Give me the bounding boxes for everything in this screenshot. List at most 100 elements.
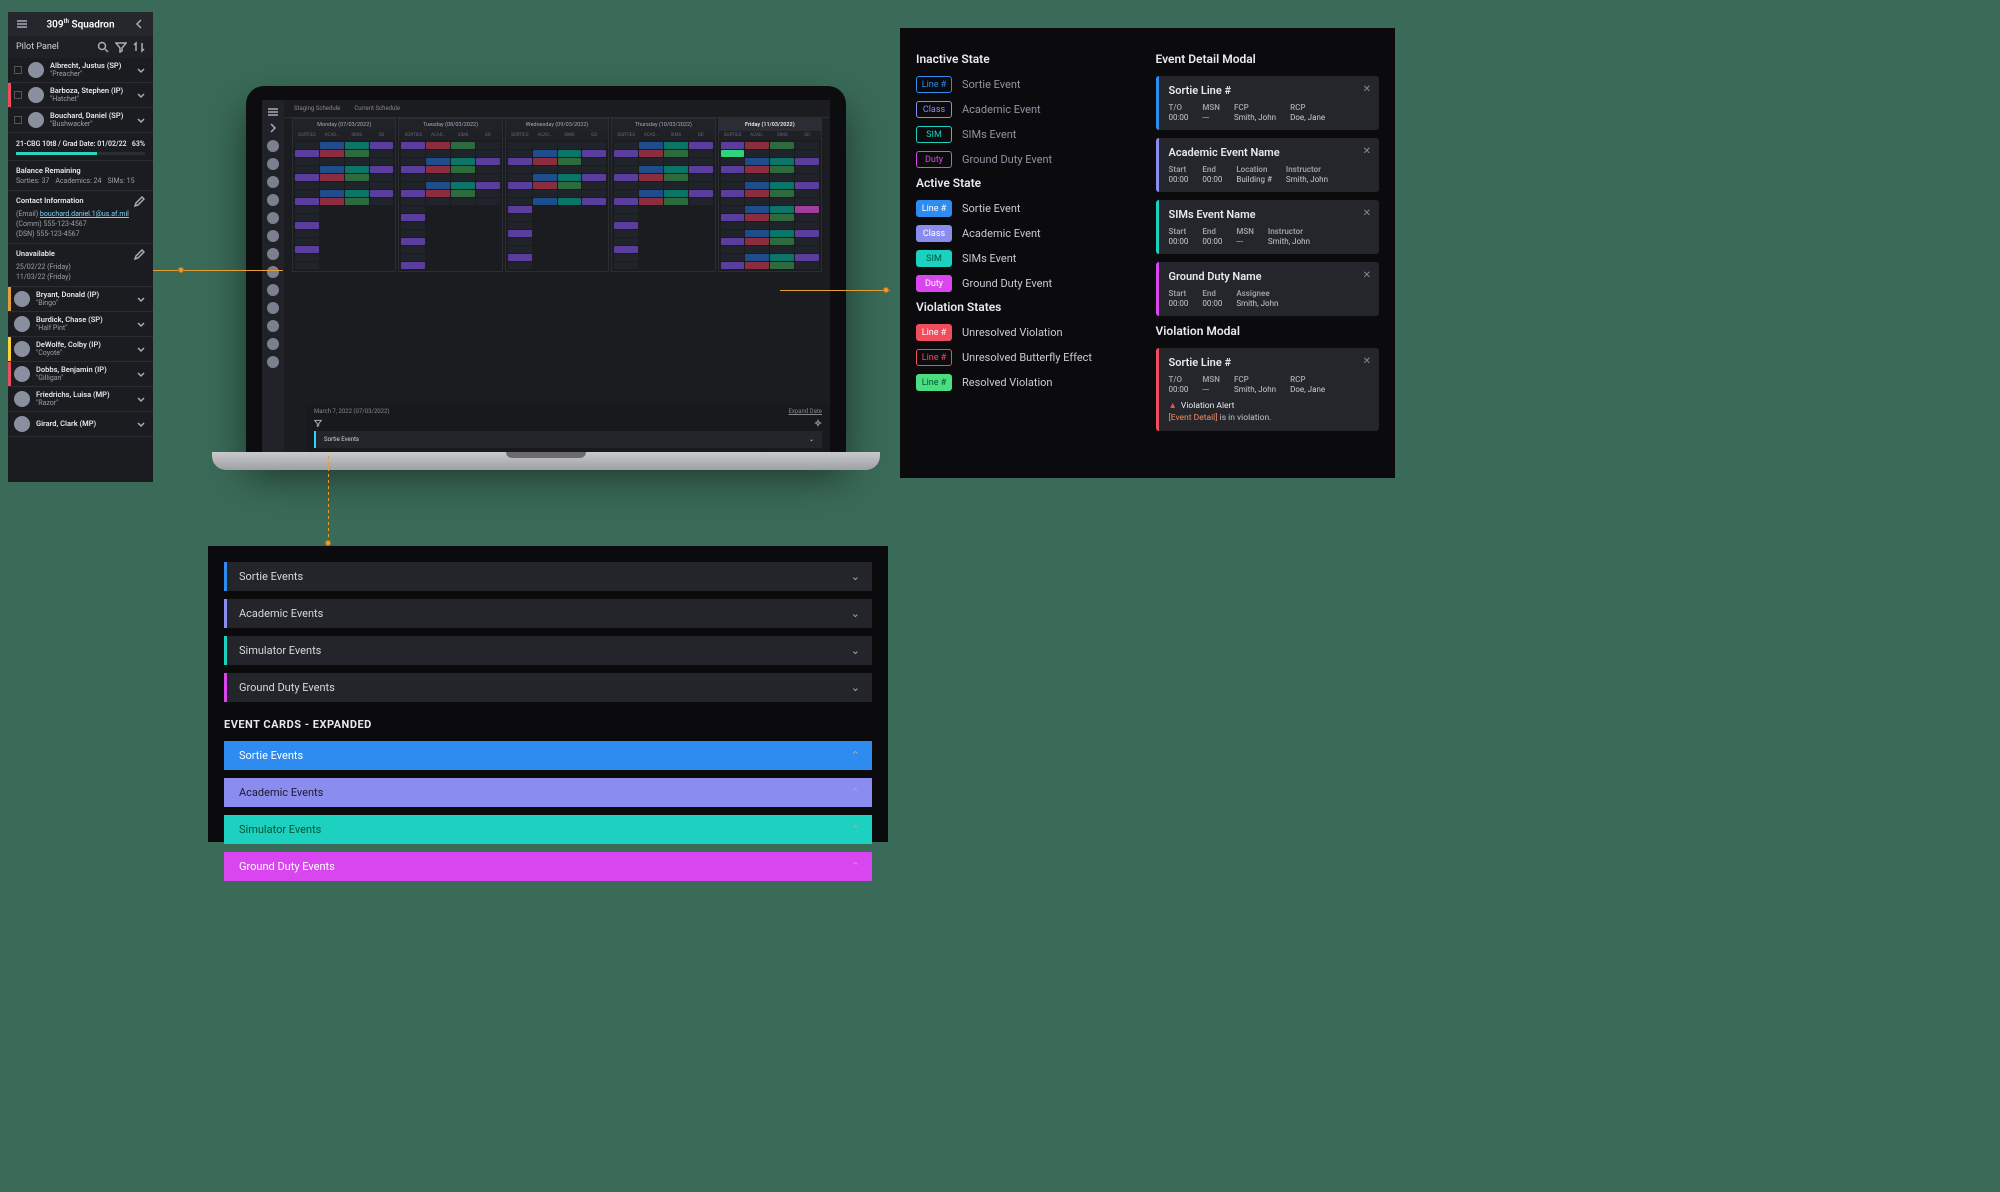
schedule-chip[interactable] <box>770 166 794 173</box>
accordion-row[interactable]: Ground Duty Events ⌃ <box>224 852 872 881</box>
schedule-chip[interactable] <box>770 198 794 205</box>
schedule-chip[interactable] <box>795 246 819 253</box>
schedule-chip[interactable] <box>614 254 638 261</box>
schedule-chip[interactable] <box>401 246 425 253</box>
schedule-chip[interactable] <box>745 238 769 245</box>
schedule-chip[interactable] <box>426 158 450 165</box>
schedule-chip[interactable] <box>401 254 425 261</box>
schedule-chip[interactable] <box>664 166 688 173</box>
schedule-chip[interactable] <box>770 190 794 197</box>
schedule-chip[interactable] <box>770 150 794 157</box>
hamburger-icon[interactable] <box>16 18 28 30</box>
schedule-chip[interactable] <box>614 142 638 149</box>
schedule-chip[interactable] <box>426 166 450 173</box>
avatar[interactable] <box>267 194 279 206</box>
schedule-chip[interactable] <box>451 150 475 157</box>
schedule-chip[interactable] <box>508 166 532 173</box>
schedule-chip[interactable] <box>533 174 557 181</box>
schedule-chip[interactable] <box>508 182 532 189</box>
schedule-chip[interactable] <box>508 158 532 165</box>
schedule-chip[interactable] <box>370 190 394 197</box>
avatar[interactable] <box>267 158 279 170</box>
schedule-chip[interactable] <box>614 238 638 245</box>
schedule-chip[interactable] <box>476 142 500 149</box>
schedule-chip[interactable] <box>558 166 582 173</box>
schedule-chip[interactable] <box>770 214 794 221</box>
schedule-chip[interactable] <box>639 142 663 149</box>
edit-icon[interactable] <box>133 196 145 208</box>
schedule-chip[interactable] <box>795 230 819 237</box>
expand-date-link[interactable]: Expand Date <box>788 408 822 415</box>
schedule-chip[interactable] <box>614 150 638 157</box>
schedule-chip[interactable] <box>745 142 769 149</box>
schedule-chip[interactable] <box>664 142 688 149</box>
avatar[interactable] <box>267 248 279 260</box>
schedule-chip[interactable] <box>508 214 532 221</box>
schedule-chip[interactable] <box>639 158 663 165</box>
schedule-chip[interactable] <box>745 214 769 221</box>
accordion-row[interactable]: Simulator Events ⌄ <box>224 636 872 665</box>
close-icon[interactable]: ✕ <box>1363 84 1371 95</box>
schedule-chip[interactable] <box>533 158 557 165</box>
chevron-down-icon[interactable] <box>135 393 147 405</box>
schedule-chip[interactable] <box>795 198 819 205</box>
schedule-chip[interactable] <box>401 182 425 189</box>
schedule-chip[interactable] <box>770 254 794 261</box>
schedule-chip[interactable] <box>320 198 344 205</box>
schedule-chip[interactable] <box>770 262 794 269</box>
schedule-chip[interactable] <box>320 182 344 189</box>
avatar[interactable] <box>267 140 279 152</box>
edit-icon[interactable] <box>133 249 145 261</box>
accordion-row[interactable]: Sortie Events ⌃ <box>224 741 872 770</box>
schedule-chip[interactable] <box>664 150 688 157</box>
schedule-chip[interactable] <box>795 206 819 213</box>
schedule-chip[interactable] <box>795 238 819 245</box>
schedule-chip[interactable] <box>476 182 500 189</box>
schedule-chip[interactable] <box>689 182 713 189</box>
pilot-row[interactable]: Friedrichs, Luisa (MP)"Razor" <box>8 387 153 412</box>
schedule-chip[interactable] <box>320 150 344 157</box>
schedule-chip[interactable] <box>370 182 394 189</box>
schedule-chip[interactable] <box>558 190 582 197</box>
schedule-chip[interactable] <box>721 238 745 245</box>
schedule-chip[interactable] <box>295 206 319 213</box>
schedule-chip[interactable] <box>401 150 425 157</box>
schedule-chip[interactable] <box>533 166 557 173</box>
schedule-chip[interactable] <box>721 166 745 173</box>
schedule-chip[interactable] <box>614 158 638 165</box>
schedule-chip[interactable] <box>721 246 745 253</box>
schedule-chip[interactable] <box>508 190 532 197</box>
schedule-chip[interactable] <box>508 254 532 261</box>
schedule-chip[interactable] <box>664 182 688 189</box>
schedule-chip[interactable] <box>295 214 319 221</box>
search-icon[interactable] <box>97 41 109 53</box>
schedule-chip[interactable] <box>401 262 425 269</box>
schedule-chip[interactable] <box>508 150 532 157</box>
schedule-chip[interactable] <box>721 206 745 213</box>
schedule-chip[interactable] <box>295 166 319 173</box>
schedule-chip[interactable] <box>426 182 450 189</box>
schedule-chip[interactable] <box>295 246 319 253</box>
schedule-chip[interactable] <box>295 190 319 197</box>
schedule-chip[interactable] <box>295 198 319 205</box>
schedule-chip[interactable] <box>558 198 582 205</box>
schedule-chip[interactable] <box>476 158 500 165</box>
schedule-chip[interactable] <box>558 158 582 165</box>
schedule-chip[interactable] <box>401 214 425 221</box>
schedule-chip[interactable] <box>451 182 475 189</box>
tab-staging[interactable]: Staging Schedule <box>294 105 340 112</box>
schedule-chip[interactable] <box>770 182 794 189</box>
schedule-chip[interactable] <box>689 198 713 205</box>
tab-current[interactable]: Current Schedule <box>354 105 400 112</box>
schedule-chip[interactable] <box>558 174 582 181</box>
schedule-chip[interactable] <box>770 230 794 237</box>
schedule-chip[interactable] <box>558 150 582 157</box>
schedule-chip[interactable] <box>745 166 769 173</box>
schedule-chip[interactable] <box>745 198 769 205</box>
schedule-chip[interactable] <box>295 238 319 245</box>
schedule-chip[interactable] <box>370 174 394 181</box>
schedule-chip[interactable] <box>295 222 319 229</box>
schedule-chip[interactable] <box>795 182 819 189</box>
accordion-row[interactable]: Simulator Events ⌃ <box>224 815 872 844</box>
gear-icon[interactable] <box>814 419 822 427</box>
